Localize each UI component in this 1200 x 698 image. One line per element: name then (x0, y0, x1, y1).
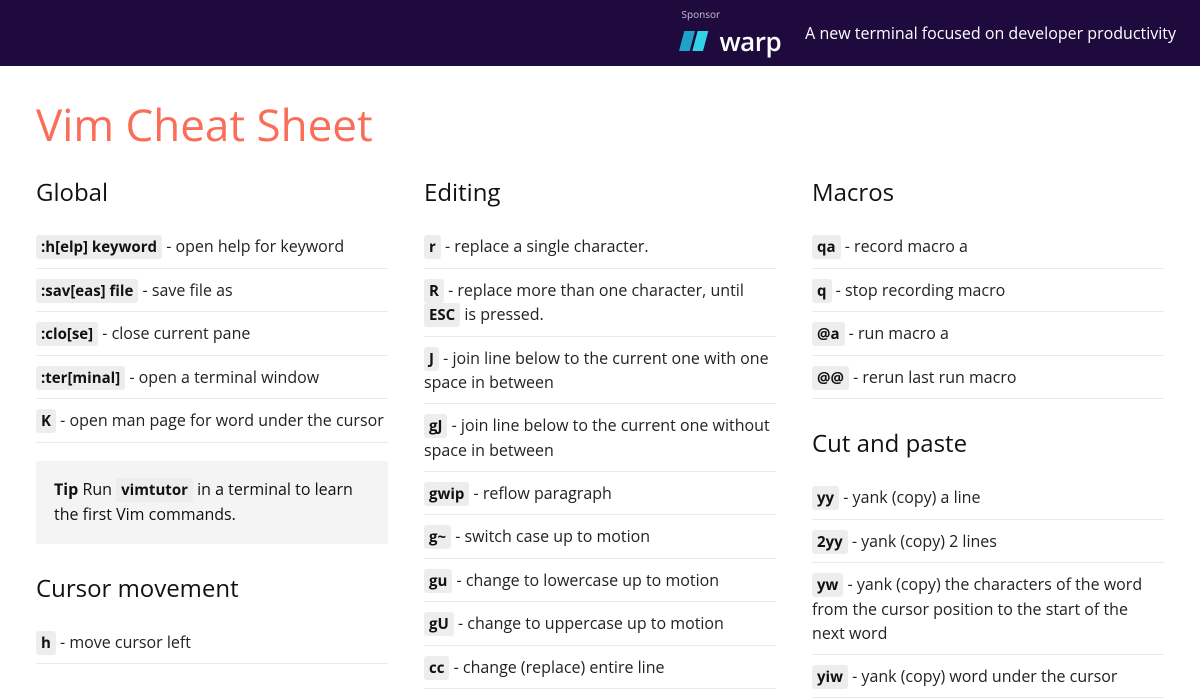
content: Vim Cheat Sheet Global :h[elp] keyword - … (0, 66, 1200, 698)
list-item: J - join line below to the current one w… (424, 337, 776, 405)
command-key: 2yy (812, 530, 848, 554)
command-key: cc (424, 656, 449, 680)
command-key: q (812, 279, 832, 303)
item-list: qa - record macro aq - stop recording ma… (812, 225, 1164, 399)
list-item: :clo[se] - close current pane (36, 312, 388, 356)
list-item: q - stop recording macro (812, 269, 1164, 313)
list-item: h - move cursor left (36, 621, 388, 665)
list-item: :h[elp] keyword - open help for keyword (36, 225, 388, 269)
column: Global :h[elp] keyword - open help for ke… (36, 176, 388, 698)
sponsor-bar: Sponsor warp A new terminal focused on d… (0, 0, 1200, 66)
command-key: :ter[minal] (36, 366, 125, 390)
command-key: qa (812, 235, 841, 259)
command-key: R (424, 279, 444, 303)
list-item: gu - change to lowercase up to motion (424, 559, 776, 603)
sponsor-link[interactable]: Sponsor warp A new terminal focused on d… (679, 7, 1176, 59)
tip-command: vimtutor (116, 478, 193, 502)
item-list: yy - yank (copy) a line2yy - yank (copy)… (812, 476, 1164, 698)
warp-name: warp (719, 23, 781, 59)
command-key: r (424, 235, 441, 259)
section-title: Editing (424, 176, 776, 209)
columns: Global :h[elp] keyword - open help for ke… (36, 176, 1164, 698)
command-key: :clo[se] (36, 322, 98, 346)
list-item: 2yy - yank (copy) 2 lines (812, 520, 1164, 564)
list-item: g~ - switch case up to motion (424, 515, 776, 559)
column: Macros qa - record macro aq - stop record… (812, 176, 1164, 698)
list-item: r - replace a single character. (424, 225, 776, 269)
command-key: yy (812, 486, 839, 510)
command-key: yw (812, 573, 843, 597)
command-key: :sav[eas] file (36, 279, 138, 303)
command-key: gU (424, 612, 454, 636)
command-key: @@ (812, 366, 849, 390)
column: Editing r - replace a single character.R … (424, 176, 776, 698)
list-item: gU - change to uppercase up to motion (424, 602, 776, 646)
command-key: K (36, 409, 56, 433)
command-key: h (36, 631, 56, 655)
command-key: :h[elp] keyword (36, 235, 162, 259)
sponsor-tagline: A new terminal focused on developer prod… (805, 22, 1176, 44)
warp-logo: warp (679, 23, 781, 59)
list-item: @@ - rerun last run macro (812, 356, 1164, 400)
list-item: gJ - join line below to the current one … (424, 404, 776, 472)
list-item: qa - record macro a (812, 225, 1164, 269)
list-item: gwip - reflow paragraph (424, 472, 776, 516)
list-item: R - replace more than one character, unt… (424, 269, 776, 337)
section-title: Global (36, 176, 388, 209)
section-title: Cut and paste (812, 427, 1164, 460)
tip-box: Tip Run vimtutor in a terminal to learn … (36, 461, 388, 544)
command-key: gu (424, 569, 452, 593)
section-title: Cursor movement (36, 572, 388, 605)
list-item: yiw - yank (copy) word under the cursor (812, 655, 1164, 698)
list-item: K - open man page for word under the cur… (36, 399, 388, 443)
command-key: J (424, 347, 439, 371)
tip-label: Tip (54, 478, 78, 500)
command-key: yiw (812, 665, 848, 689)
sponsor-brand-block: Sponsor warp (679, 7, 781, 59)
page-title: Vim Cheat Sheet (36, 94, 1164, 154)
list-item: :ter[minal] - open a terminal window (36, 356, 388, 400)
section-title: Macros (812, 176, 1164, 209)
list-item: :sav[eas] file - save file as (36, 269, 388, 313)
warp-icon (679, 31, 711, 51)
item-list: :h[elp] keyword - open help for keyword:… (36, 225, 388, 443)
list-item: @a - run macro a (812, 312, 1164, 356)
sponsor-label: Sponsor (681, 7, 720, 21)
command-key: gwip (424, 482, 469, 506)
command-key: g~ (424, 525, 451, 549)
item-list: r - replace a single character.R - repla… (424, 225, 776, 689)
command-key: gJ (424, 414, 447, 438)
item-list: h - move cursor left (36, 621, 388, 665)
command-key: @a (812, 322, 845, 346)
command-key: ESC (424, 303, 460, 327)
list-item: yy - yank (copy) a line (812, 476, 1164, 520)
list-item: yw - yank (copy) the characters of the w… (812, 563, 1164, 655)
list-item: cc - change (replace) entire line (424, 646, 776, 690)
